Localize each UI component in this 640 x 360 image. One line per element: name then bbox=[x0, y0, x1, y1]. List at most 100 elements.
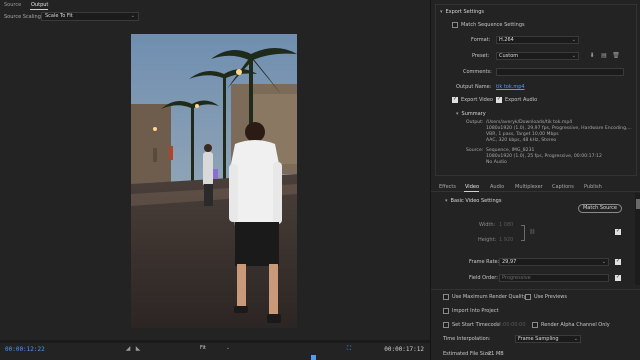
tab-video-underline bbox=[464, 191, 479, 192]
width-label: Width: bbox=[479, 222, 496, 228]
field-order-override-checkbox[interactable] bbox=[615, 274, 621, 281]
video-settings-scrollbar[interactable] bbox=[635, 193, 640, 285]
source-scaling-row: Source Scaling Scale To Fit ⌄ bbox=[0, 11, 430, 22]
preset-select[interactable]: Custom ⌄ bbox=[496, 52, 579, 60]
export-settings-box: ▾ Export Settings Match Sequence Settings… bbox=[435, 4, 637, 176]
settings-tabs: Effects Video Audio Multiplexer Captions… bbox=[431, 182, 640, 192]
render-options: Use Maximum Render Quality Use Previews … bbox=[431, 289, 640, 360]
render-alpha-checkbox[interactable] bbox=[532, 322, 538, 328]
export-settings-title[interactable]: ▾ Export Settings bbox=[440, 9, 484, 15]
export-settings-panel: ▾ Export Settings Match Sequence Settings… bbox=[430, 0, 640, 360]
preset-value: Custom bbox=[499, 53, 519, 59]
height-label: Height: bbox=[478, 237, 497, 243]
frame-rate-override-checkbox[interactable] bbox=[615, 258, 621, 265]
expand-triangle-icon: ▾ bbox=[456, 111, 459, 117]
summary-source-label: Source: bbox=[466, 148, 484, 153]
format-select[interactable]: H.264 ⌄ bbox=[496, 36, 579, 44]
aspect-ratio-icon[interactable]: ⛶ bbox=[345, 345, 353, 353]
chevron-down-icon: ⌄ bbox=[571, 37, 576, 43]
estimated-size-label: Estimated File Size: bbox=[443, 351, 492, 357]
summary-source-line: No Audio bbox=[486, 160, 507, 165]
output-name-link[interactable]: tik tok.mp4 bbox=[496, 84, 525, 90]
tab-source[interactable]: Source bbox=[4, 2, 21, 8]
format-label: Format: bbox=[471, 37, 491, 43]
preset-label: Preset: bbox=[472, 53, 490, 59]
source-scaling-label: Source Scaling bbox=[4, 14, 41, 20]
frame-rate-select[interactable]: 29,97 ⌄ bbox=[499, 258, 609, 266]
render-alpha-label: Render Alpha Channel Only bbox=[541, 322, 610, 328]
summary-output-line: VBR, 1 pass, Target 10,00 Mbps bbox=[486, 132, 559, 137]
time-interpolation-label: Time Interpolation: bbox=[443, 336, 491, 342]
field-order-label: Field Order: bbox=[469, 275, 498, 281]
duration-timecode: 00:00:17:12 bbox=[384, 346, 424, 353]
export-audio-label: Export Audio bbox=[505, 97, 538, 103]
export-video-checkbox[interactable] bbox=[452, 96, 458, 103]
summary-output-line: /Users/averyk/Downloads/tik tok.mp4 bbox=[486, 120, 573, 125]
video-settings-panel: ▾ Basic Video Settings Match Source Width… bbox=[431, 193, 640, 285]
export-audio-checkbox[interactable] bbox=[496, 96, 502, 103]
source-scaling-select[interactable]: Scale To Fit ⌄ bbox=[41, 12, 139, 21]
tab-output-underline bbox=[30, 9, 48, 10]
preview-tabs: Source Output bbox=[0, 0, 430, 10]
output-name-label: Output Name: bbox=[456, 84, 492, 90]
summary-source-line: 1080x1920 (1.0), 25 fps, Progressive, 00… bbox=[486, 154, 602, 159]
chevron-down-icon: ⌄ bbox=[573, 336, 578, 342]
tab-audio[interactable]: Audio bbox=[490, 184, 504, 190]
tab-publish[interactable]: Publish bbox=[584, 184, 602, 190]
comments-label: Comments: bbox=[463, 69, 492, 75]
summary-output-line: 1080x1920 (1.0), 29,97 fps, Progressive,… bbox=[486, 126, 632, 131]
zoom-fit-value: Fit bbox=[200, 345, 206, 351]
video-frame-image bbox=[131, 34, 297, 328]
tab-effects[interactable]: Effects bbox=[439, 184, 456, 190]
frame-rate-label: Frame Rate: bbox=[469, 259, 500, 265]
tab-multiplexer[interactable]: Multiplexer bbox=[515, 184, 543, 190]
frame-rate-value: 29,97 bbox=[502, 259, 517, 265]
match-source-button[interactable]: Match Source bbox=[578, 204, 622, 213]
tab-video[interactable]: Video bbox=[465, 184, 479, 190]
constrain-proportions-bracket bbox=[521, 225, 525, 241]
mark-out-icon[interactable]: ◣ bbox=[134, 345, 142, 353]
expand-triangle-icon: ▾ bbox=[445, 198, 448, 204]
playhead-marker[interactable] bbox=[311, 355, 316, 360]
import-into-project-label: Import Into Project bbox=[452, 308, 499, 314]
use-previews-checkbox[interactable] bbox=[525, 294, 531, 300]
time-interpolation-select[interactable]: Frame Sampling ⌄ bbox=[515, 335, 581, 343]
basic-video-settings-title[interactable]: ▾ Basic Video Settings bbox=[445, 198, 501, 204]
width-value[interactable]: 1 080 bbox=[499, 222, 513, 228]
comments-input[interactable] bbox=[496, 68, 624, 76]
max-render-quality-checkbox[interactable] bbox=[443, 294, 449, 300]
estimated-size-value: 21 MB bbox=[488, 351, 504, 357]
import-into-project-checkbox[interactable] bbox=[443, 308, 449, 314]
set-start-timecode-checkbox[interactable] bbox=[443, 322, 449, 328]
playback-bar: 00:00:12:22 ◢ ◣ Fit ⌄ ⛶ 00:00:17:12 bbox=[0, 340, 430, 360]
mark-in-icon[interactable]: ◢ bbox=[124, 345, 132, 353]
start-timecode-value[interactable]: 00:00:00:00 bbox=[495, 322, 526, 328]
width-height-override-checkbox[interactable] bbox=[615, 228, 621, 235]
max-render-quality-label: Use Maximum Render Quality bbox=[452, 294, 527, 300]
current-timecode[interactable]: 00:00:12:22 bbox=[5, 346, 45, 353]
summary-title[interactable]: ▾ Summary bbox=[456, 111, 486, 117]
scrollbar-thumb[interactable] bbox=[636, 199, 640, 209]
chevron-down-icon: ⌄ bbox=[130, 13, 135, 19]
timeline-track[interactable] bbox=[0, 340, 430, 343]
summary-source-line: Sequence, IMG_8231 bbox=[486, 148, 535, 153]
summary-output-line: AAC, 320 kbps, 48 kHz, Stereo bbox=[486, 138, 557, 143]
time-interpolation-value: Frame Sampling bbox=[518, 336, 559, 342]
tab-output[interactable]: Output bbox=[31, 2, 48, 8]
delete-preset-icon[interactable]: 🗑 bbox=[612, 52, 620, 60]
video-preview-frame bbox=[131, 34, 297, 328]
save-preset-icon[interactable]: ⬇ bbox=[588, 52, 596, 60]
match-sequence-checkbox[interactable] bbox=[452, 22, 458, 28]
use-previews-label: Use Previews bbox=[534, 294, 567, 300]
zoom-fit-select[interactable]: Fit ⌄ bbox=[200, 345, 230, 354]
field-order-select[interactable]: Progressive bbox=[499, 274, 609, 282]
chevron-down-icon: ⌄ bbox=[601, 259, 606, 265]
chevron-down-icon: ⌄ bbox=[225, 345, 230, 351]
import-preset-icon[interactable]: ▤ bbox=[600, 52, 608, 60]
link-icon[interactable]: ⛓ bbox=[529, 229, 535, 235]
source-scaling-value: Scale To Fit bbox=[45, 13, 73, 19]
tab-captions[interactable]: Captions bbox=[552, 184, 574, 190]
chevron-down-icon: ⌄ bbox=[571, 53, 576, 59]
height-value[interactable]: 1 920 bbox=[499, 237, 513, 243]
field-order-value: Progressive bbox=[502, 275, 531, 281]
